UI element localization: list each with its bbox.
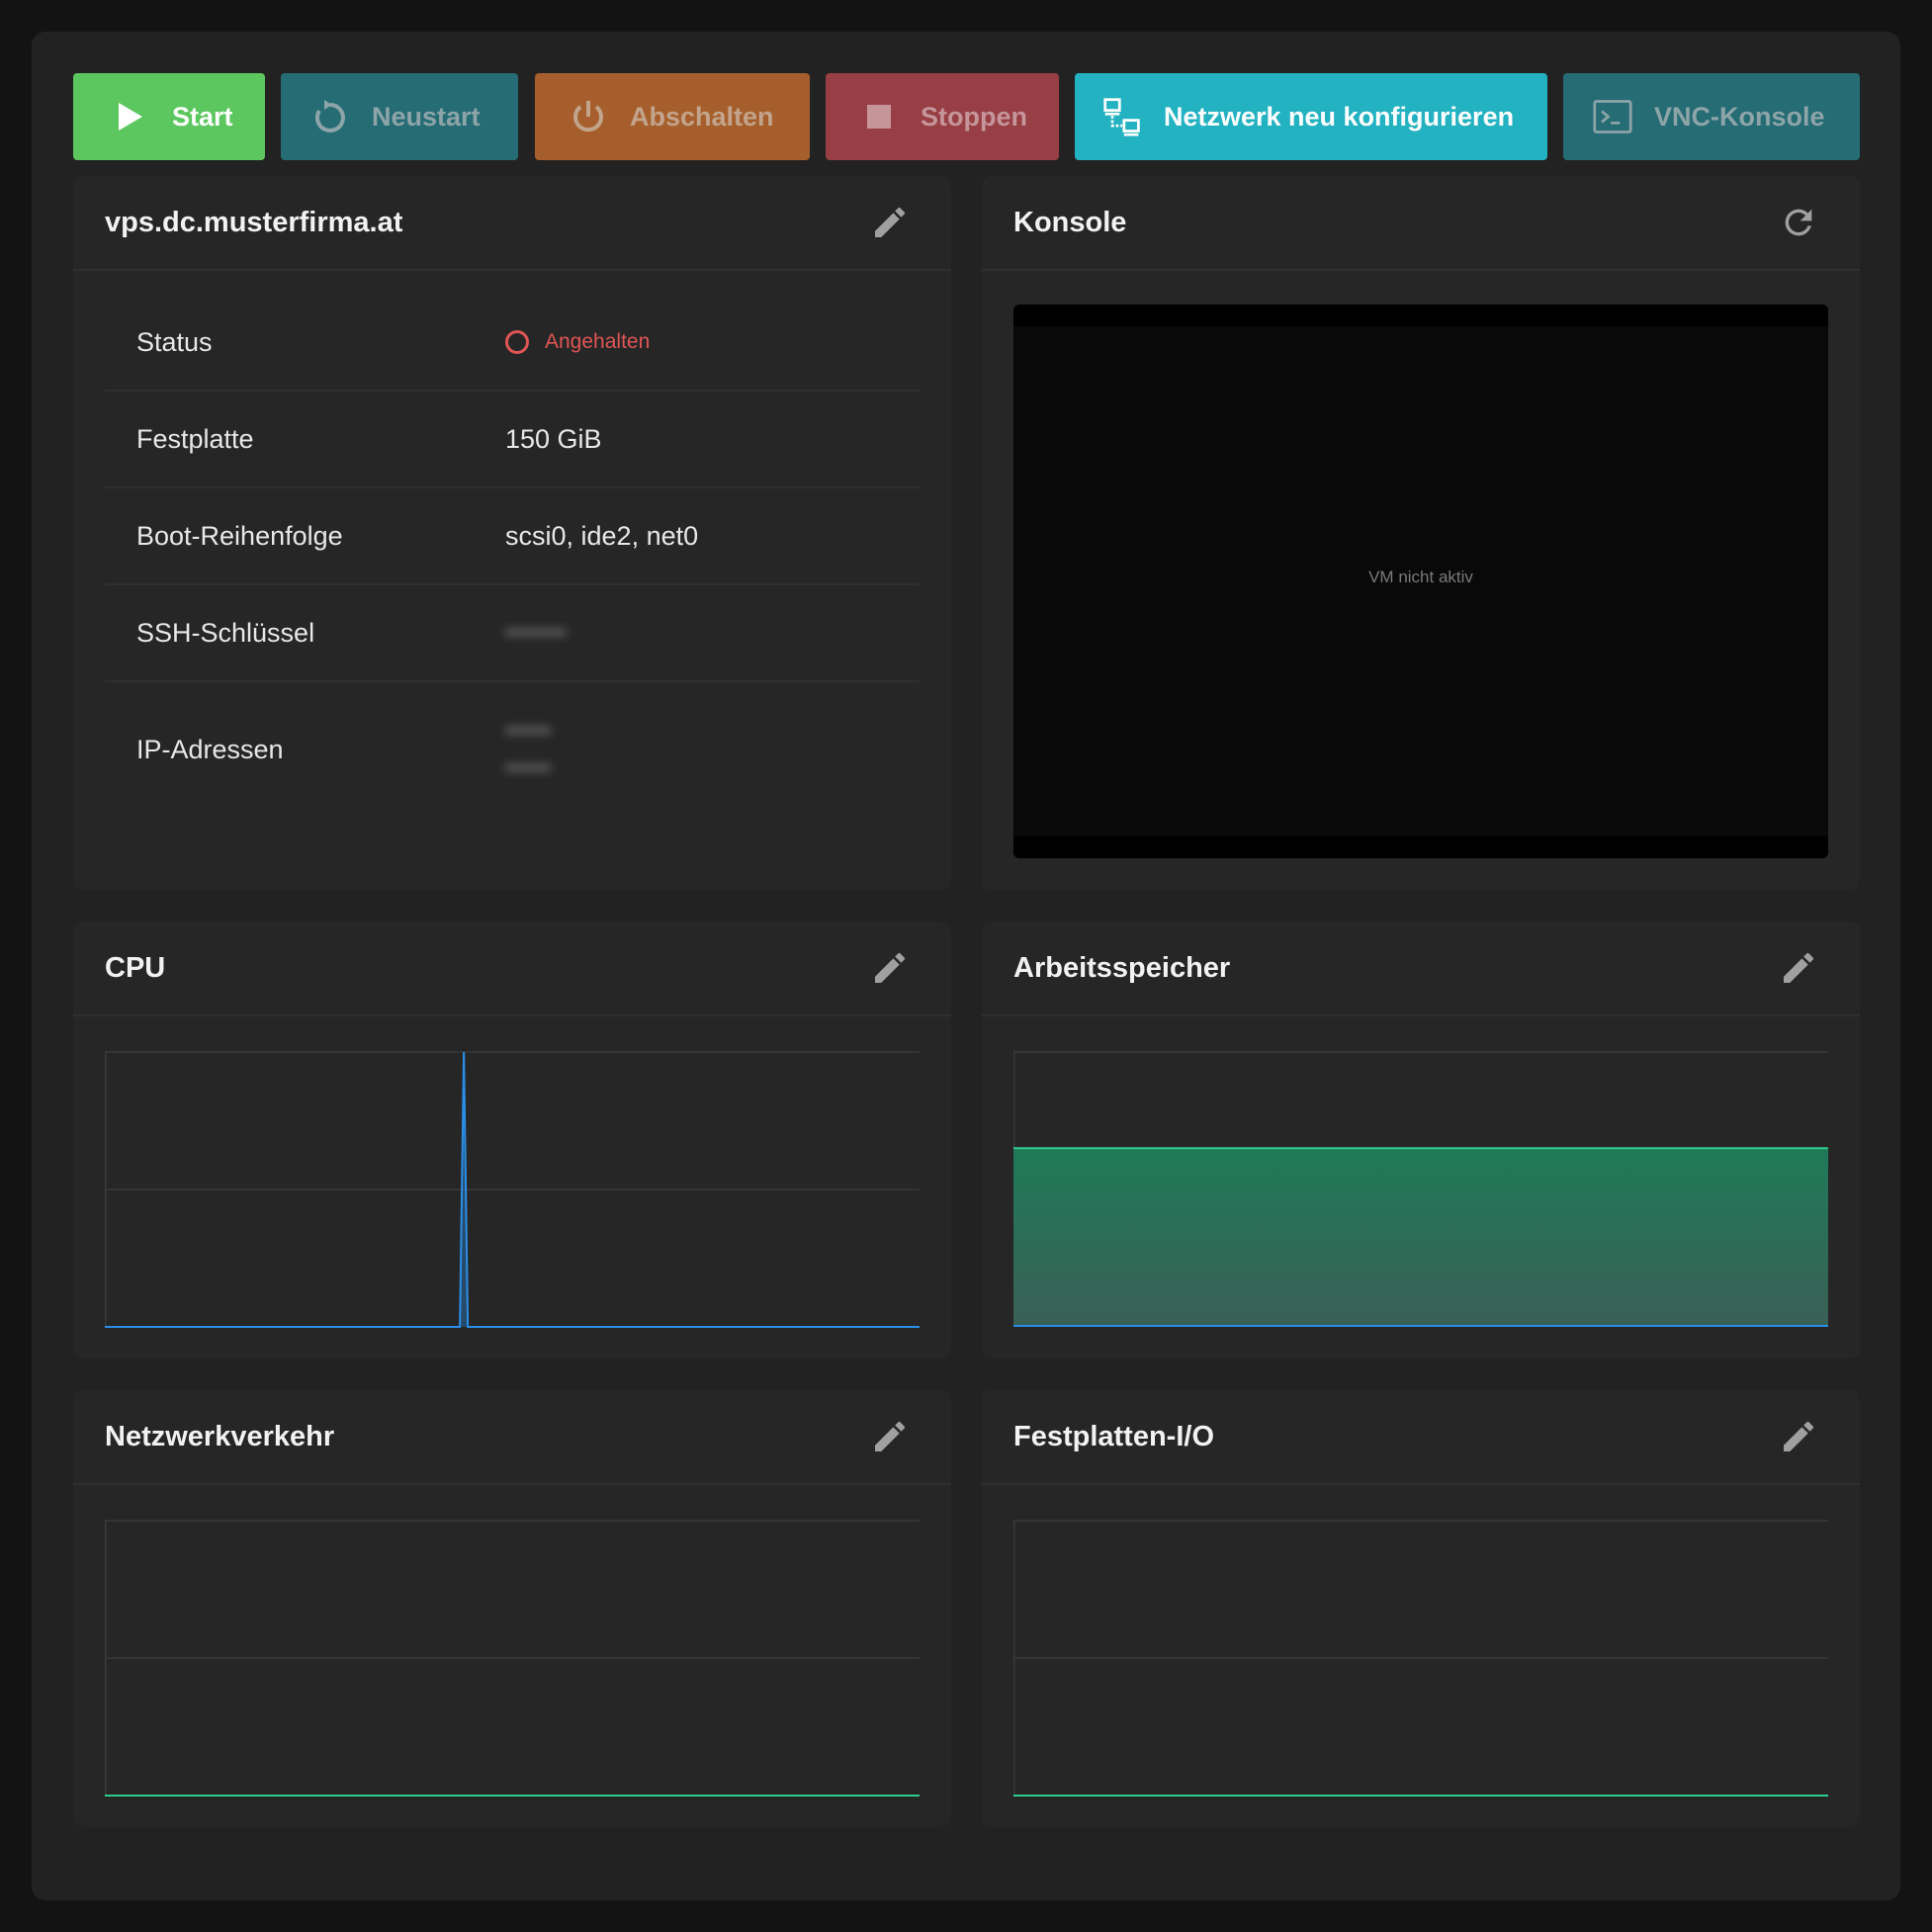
vm-hostname: vps.dc.musterfirma.at [105,206,403,238]
ip-address-v6: •••••• [505,755,552,780]
disk-io-chart-card: Festplatten-I/O [982,1390,1860,1827]
start-button[interactable]: Start [73,73,265,160]
info-row-boot-order: Boot-Reihenfolge scsi0, ide2, net0 [105,488,920,585]
stop-button-label: Stoppen [921,101,1027,132]
edit-icon[interactable] [868,946,912,990]
disk-io-chart-header: Festplatten-I/O [982,1390,1860,1485]
restart-button-label: Neustart [372,101,481,132]
play-icon [111,97,150,136]
terminal-icon [1593,97,1632,136]
reconfigure-network-button-label: Netzwerk neu konfigurieren [1164,101,1515,132]
info-value: 150 GiB [505,423,602,454]
restart-button[interactable]: Neustart [281,73,518,160]
cpu-chart-header: CPU [73,922,951,1016]
status-badge: Angehalten [505,330,650,354]
console-screen[interactable]: VM nicht aktiv [1013,305,1828,858]
console-card: Konsole VM nicht aktiv [982,176,1860,890]
disk-io-chart-title: Festplatten-I/O [1013,1420,1215,1452]
refresh-icon[interactable] [1777,201,1820,244]
edit-icon[interactable] [868,201,912,244]
stop-button[interactable]: Stoppen [826,73,1059,160]
memory-chart-header: Arbeitsspeicher [982,922,1860,1016]
cpu-chart-title: CPU [105,951,166,984]
network-chart-title: Netzwerkverkehr [105,1420,335,1452]
vnc-console-button-label: VNC-Konsole [1654,101,1825,132]
info-row-ssh-key: SSH-Schlüssel •••••••• [105,585,920,682]
network-chart [105,1520,920,1797]
series-area [1013,1148,1828,1327]
shutdown-button[interactable]: Abschalten [535,73,810,160]
shutdown-button-label: Abschalten [630,101,774,132]
action-toolbar: Start Neustart Abschalten Stoppen Netzwe… [73,73,1860,160]
info-value-redacted: •••••••• [505,620,567,645]
vm-info-card: vps.dc.musterfirma.at Status Angehalten … [73,176,951,890]
start-button-label: Start [172,101,233,132]
network-chart-card: Netzwerkverkehr [73,1390,951,1827]
stop-icon [859,97,899,136]
memory-chart-title: Arbeitsspeicher [1013,951,1231,984]
info-value-redacted: •••••• •••••• [505,712,551,787]
vm-info-header: vps.dc.musterfirma.at [73,176,951,271]
info-row-disk: Festplatte 150 GiB [105,392,920,488]
info-label: IP-Adressen [136,734,284,764]
network-icon [1102,97,1142,136]
info-label: Festplatte [136,423,254,454]
vnc-console-button[interactable]: VNC-Konsole [1563,73,1860,160]
network-chart-header: Netzwerkverkehr [73,1390,951,1485]
cpu-chart-card: CPU [73,922,951,1359]
vm-info-table: Status Angehalten Festplatte 150 GiB Boo… [105,295,920,817]
memory-chart-card: Arbeitsspeicher [982,922,1860,1359]
console-band-top [1013,305,1828,326]
cpu-chart [105,1051,920,1328]
info-row-ip-addresses: IP-Adressen •••••• •••••• [105,682,920,817]
info-label: SSH-Schlüssel [136,617,315,648]
disk-io-chart [1013,1520,1828,1797]
info-label: Boot-Reihenfolge [136,520,343,551]
edit-icon[interactable] [1777,1415,1820,1458]
power-icon [569,97,608,136]
console-message: VM nicht aktiv [1368,568,1473,586]
info-row-status: Status Angehalten [105,295,920,392]
info-label: Status [136,326,213,357]
console-band-bottom [1013,836,1828,858]
console-header: Konsole [982,176,1860,271]
edit-icon[interactable] [1777,946,1820,990]
console-title: Konsole [1013,206,1127,238]
status-circle-icon [505,330,529,354]
restart-icon [310,97,350,136]
memory-chart [1013,1051,1828,1327]
info-value: scsi0, ide2, net0 [505,520,699,551]
reconfigure-network-button[interactable]: Netzwerk neu konfigurieren [1075,73,1547,160]
edit-icon[interactable] [868,1415,912,1458]
status-value: Angehalten [545,330,651,353]
ip-address-v4: •••••• [505,718,552,743]
